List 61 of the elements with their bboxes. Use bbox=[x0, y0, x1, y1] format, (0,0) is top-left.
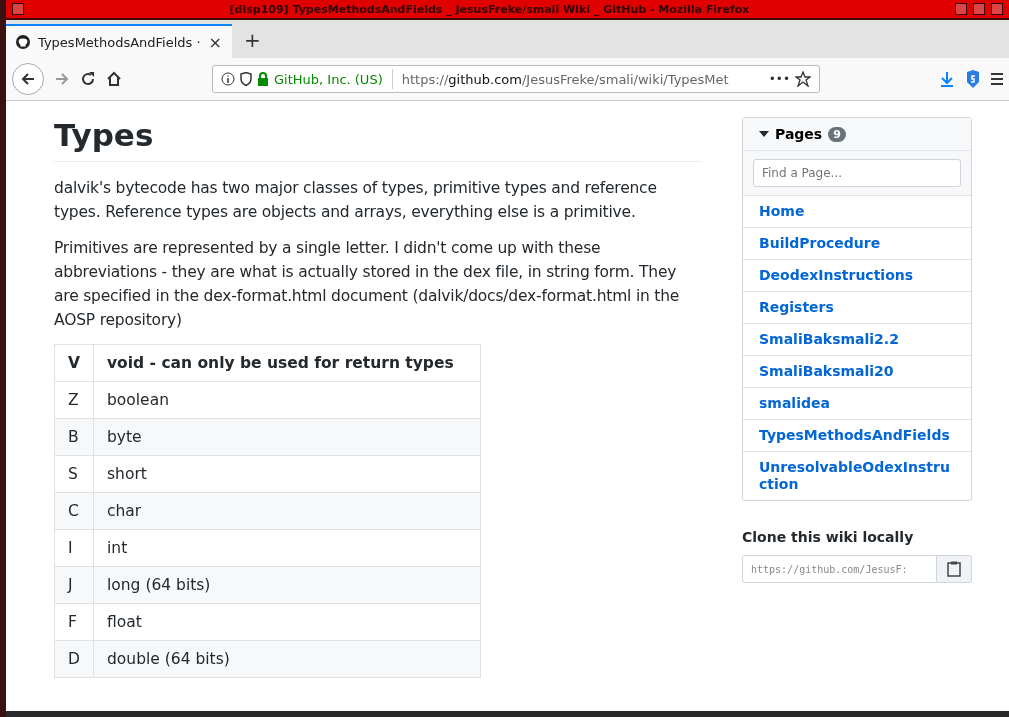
page-count: 9 bbox=[828, 126, 846, 142]
page-title: Types bbox=[54, 117, 702, 162]
shield-icon[interactable] bbox=[240, 72, 252, 86]
tab-close-icon[interactable]: × bbox=[208, 32, 222, 52]
lock-icon[interactable] bbox=[257, 72, 269, 86]
home-icon[interactable] bbox=[106, 71, 122, 87]
minimize-icon[interactable] bbox=[955, 3, 967, 15]
page-link[interactable]: Home bbox=[743, 196, 971, 227]
table-cell: I bbox=[54, 529, 94, 567]
copy-button[interactable] bbox=[937, 555, 972, 583]
table-cell: boolean bbox=[93, 381, 481, 419]
page-link[interactable]: UnresolvableOdexInstruction bbox=[743, 451, 971, 500]
page-link[interactable]: SmaliBaksmali20 bbox=[743, 355, 971, 387]
page-link[interactable]: smalidea bbox=[743, 387, 971, 419]
menu-icon[interactable] bbox=[991, 72, 1003, 86]
table-cell: S bbox=[54, 455, 94, 493]
pages-heading[interactable]: Pages bbox=[775, 126, 823, 142]
info-icon[interactable] bbox=[221, 72, 235, 86]
clone-heading: Clone this wiki locally bbox=[742, 529, 915, 545]
find-page-field[interactable]: Find a Page... bbox=[753, 159, 961, 187]
paragraph: dalvik's bytecode has two major classes of types, primitive types and reference types. Reference types are objects and arrays, everything else is a primitive. bbox=[54, 178, 658, 223]
download-icon[interactable] bbox=[939, 71, 955, 87]
new-tab-button[interactable]: + bbox=[236, 28, 269, 58]
clipboard-icon bbox=[947, 561, 961, 577]
reload-icon[interactable] bbox=[80, 71, 96, 87]
window-title: [disp109] TypesMethodsAndFields _ JesusFreke/smali Wiki _ GitHub - Mozilla Firefox bbox=[228, 2, 751, 16]
maximize-icon[interactable] bbox=[973, 3, 985, 15]
table-cell: short bbox=[93, 455, 481, 493]
clone-url-field[interactable]: https://github.com/JesusF: bbox=[742, 555, 937, 583]
table-cell: B bbox=[54, 418, 94, 456]
table-cell: float bbox=[93, 603, 481, 641]
table-cell: double (64 bits) bbox=[93, 640, 481, 678]
star-icon[interactable] bbox=[795, 71, 811, 87]
table-cell: F bbox=[54, 603, 94, 641]
forward-icon[interactable] bbox=[54, 71, 70, 87]
extension-icon[interactable] bbox=[965, 70, 981, 88]
paragraph: Primitives are represented by a single letter. I didn't come up with these abbreviations - they are what is actually stored in the dex file, in string form. They are specified in the dex-format.html document (dalvik/docs/dex-format.html in the AOSP repository) bbox=[54, 238, 681, 331]
table-cell: C bbox=[54, 492, 94, 530]
address-bar[interactable]: GitHub, Inc. (US) https://github.com/JesusFreke/smali/wiki/TypesMet ••• bbox=[212, 65, 820, 93]
page-link[interactable]: Registers bbox=[743, 291, 971, 323]
table-cell: char bbox=[93, 492, 481, 530]
table-cell: long (64 bits) bbox=[93, 566, 481, 604]
page-link[interactable]: TypesMethodsAndFields bbox=[743, 419, 971, 451]
table-header-cell: void - can only be used for return types bbox=[93, 344, 481, 382]
close-icon[interactable] bbox=[991, 3, 1003, 15]
window-menu-icon[interactable] bbox=[12, 3, 24, 15]
page-actions-icon[interactable]: ••• bbox=[768, 72, 790, 86]
browser-tab[interactable]: TypesMethodsAndFields · × bbox=[6, 24, 232, 58]
table-cell: J bbox=[54, 566, 94, 604]
back-icon[interactable] bbox=[12, 63, 44, 95]
table-header-cell: V bbox=[54, 344, 94, 382]
table-cell: byte bbox=[93, 418, 481, 456]
site-identity: GitHub, Inc. (US) bbox=[274, 71, 383, 87]
table-cell: D bbox=[54, 640, 94, 678]
caret-icon[interactable] bbox=[759, 130, 769, 138]
page-link[interactable]: SmaliBaksmali2.2 bbox=[743, 323, 971, 355]
page-link[interactable]: DeodexInstructions bbox=[743, 259, 971, 291]
table-cell: Z bbox=[54, 381, 94, 419]
table-cell: int bbox=[93, 529, 481, 567]
page-link[interactable]: BuildProcedure bbox=[743, 227, 971, 259]
url-text: https://github.com/JesusFreke/smali/wiki/TypesMet bbox=[401, 71, 730, 87]
